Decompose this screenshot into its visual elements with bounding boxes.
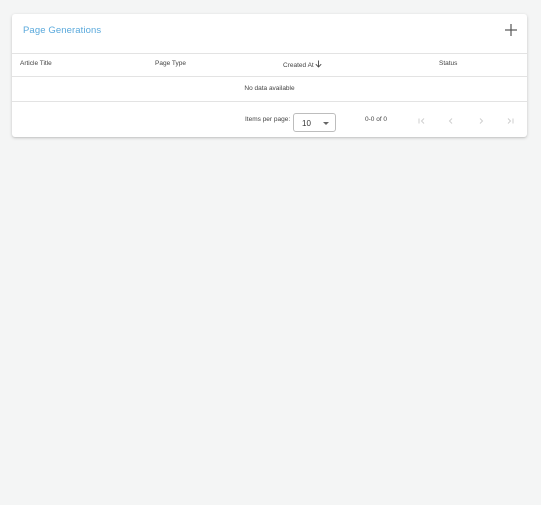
last-page-button[interactable] — [503, 114, 517, 128]
table-header: Article Title Page Type Created At Statu… — [12, 53, 527, 77]
column-header-created-at[interactable]: Created At — [283, 60, 322, 70]
table-empty-row: No data available — [12, 76, 527, 102]
column-header-page-type[interactable]: Page Type — [155, 60, 186, 67]
card-header: Page Generations — [12, 14, 527, 47]
column-header-article-title[interactable]: Article Title — [20, 60, 52, 67]
items-per-page-select[interactable]: 10 — [293, 113, 336, 132]
caret-down-icon — [323, 122, 329, 125]
page-title: Page Generations — [23, 25, 102, 36]
previous-page-button[interactable] — [444, 114, 458, 128]
previous-page-icon — [448, 118, 453, 124]
items-per-page-value: 10 — [302, 119, 311, 128]
page-generations-card: Page Generations Article Title Page Type… — [12, 14, 527, 137]
empty-message: No data available — [244, 85, 295, 92]
first-page-icon — [418, 118, 425, 124]
column-header-status[interactable]: Status — [439, 60, 457, 67]
add-icon — [505, 24, 517, 36]
add-button[interactable] — [502, 21, 520, 39]
items-per-page-label: Items per page: — [245, 116, 291, 123]
next-page-button[interactable] — [474, 114, 488, 128]
next-page-icon — [479, 118, 484, 124]
paginator: Items per page: 10 0-0 of 0 — [12, 102, 527, 137]
range-label: 0-0 of 0 — [365, 116, 388, 123]
column-header-created-at-label: Created At — [283, 62, 314, 69]
first-page-button[interactable] — [415, 114, 429, 128]
last-page-icon — [507, 118, 514, 124]
arrow-down-icon — [315, 60, 322, 70]
